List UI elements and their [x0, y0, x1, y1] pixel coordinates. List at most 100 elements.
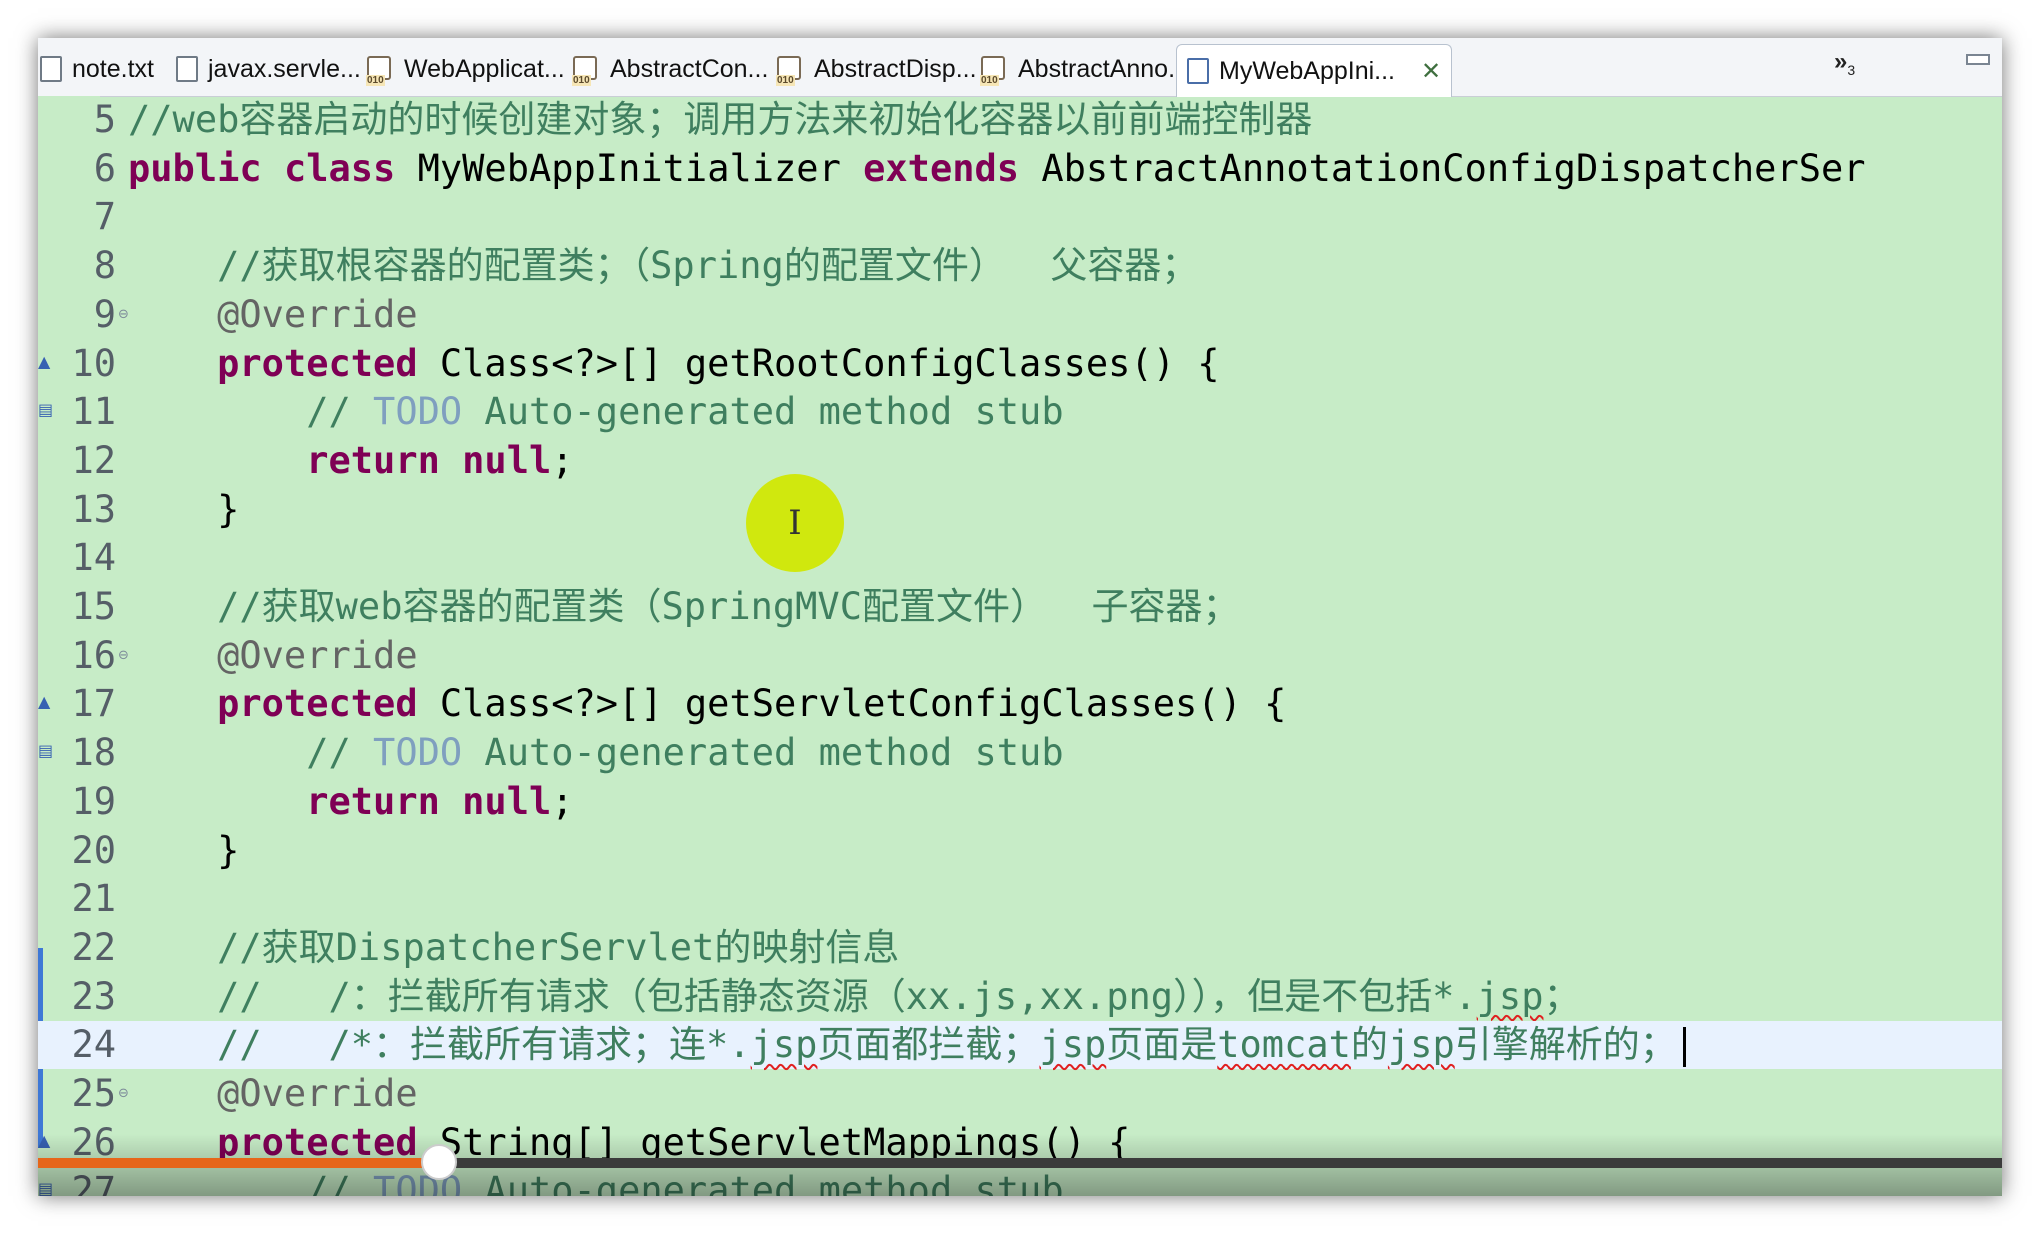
comment-token: tomcat [1217, 1023, 1351, 1067]
class-file-icon [774, 54, 804, 86]
tab-label: AbstractDisp... [814, 54, 977, 83]
comment-token: // /*：拦截所有请求；连*. [217, 1023, 751, 1067]
close-tab-icon[interactable]: ✕ [1421, 57, 1441, 86]
code-token: Class<?>[] getRootConfigClasses() { [417, 341, 1220, 385]
override-marker-icon[interactable]: ▲ [38, 692, 50, 711]
comment-token: 页面都拦截； [817, 1023, 1040, 1067]
mouse-cursor-highlight: I [746, 474, 844, 572]
line-number: 11 [71, 390, 116, 434]
line-number: 21 [71, 877, 116, 921]
code-text: public class MyWebAppInitializer extends… [128, 145, 1866, 193]
code-text: } [128, 486, 239, 534]
annotation-token: @Override [217, 1072, 418, 1115]
code-line[interactable]: 20 } [38, 827, 2002, 875]
tab-overflow-button[interactable]: »3 [1834, 48, 1855, 78]
tab-mywebappinitializer[interactable]: MyWebAppIni... ✕ [1176, 44, 1453, 97]
line-number: 10 [71, 341, 116, 385]
keyword-token: protected [217, 341, 418, 385]
task-marker-icon[interactable]: ▤ [38, 400, 53, 419]
code-line[interactable]: 15 //获取web容器的配置类（SpringMVC配置文件） 子容器； [38, 583, 2002, 631]
task-marker-icon[interactable]: ▤ [38, 741, 53, 760]
line-number: 27 [71, 1169, 116, 1196]
video-progress-handle[interactable] [421, 1144, 457, 1180]
code-line[interactable]: 8 //获取根容器的配置类；（Spring的配置文件） 父容器； [38, 242, 2002, 290]
class-file-icon [364, 54, 394, 86]
comment-token: // /：拦截所有请求（包括静态资源（xx.js,xx.png）），但是不包括*… [217, 974, 1477, 1018]
comment-token: jsp [1039, 1023, 1107, 1067]
code-line[interactable]: 18 ▤ // TODO Auto-generated method stub [38, 729, 2002, 777]
tab-label: MyWebAppIni... [1219, 56, 1396, 85]
code-line[interactable]: 12 return null; [38, 437, 2002, 485]
code-line[interactable]: 17 ▲ protected Class<?>[] getServletConfi… [38, 680, 2002, 728]
tab-abstractcon[interactable]: AbstractCon... [570, 46, 768, 92]
tab-label: javax.servle... [208, 54, 361, 83]
class-file-icon [978, 54, 1008, 86]
code-line[interactable]: 9 ⊖ @Override [38, 291, 2002, 339]
code-line[interactable]: 25 ⊖ @Override [38, 1070, 2002, 1118]
line-number: 14 [71, 536, 116, 580]
comment-token: 的 [1350, 1023, 1388, 1067]
line-number: 17 [71, 682, 116, 726]
code-line[interactable]: 24 // /*：拦截所有请求；连*.jsp页面都拦截；jsp页面是tomcat… [38, 1021, 2002, 1070]
code-text: //获取根容器的配置类；（Spring的配置文件） 父容器； [128, 242, 1198, 290]
line-number: 9 [93, 292, 116, 336]
code-text: // /：拦截所有请求（包括静态资源（xx.js,xx.png）），但是不包括*… [128, 973, 1580, 1021]
code-line[interactable]: 10 ▲ protected Class<?>[] getRootConfigCl… [38, 340, 2002, 388]
comment-token: Auto-generated method stub [462, 1169, 1064, 1196]
code-line[interactable]: 7 [38, 193, 2002, 241]
keyword-token: extends [863, 146, 1020, 190]
code-text: protected Class<?>[] getServletConfigCla… [128, 680, 1286, 728]
code-text: // /*：拦截所有请求；连*.jsp页面都拦截；jsp页面是tomcat的js… [128, 1021, 1686, 1069]
override-marker-icon[interactable]: ▲ [38, 1131, 50, 1150]
minimize-icon[interactable] [1966, 54, 1990, 65]
tab-abstractanno[interactable]: AbstractAnno... [978, 46, 1189, 92]
code-text: @Override [128, 1070, 418, 1118]
override-marker-icon[interactable]: ▲ [38, 352, 50, 371]
task-marker-icon[interactable]: ▤ [38, 1179, 53, 1196]
line-number: 7 [93, 195, 116, 239]
code-line[interactable]: 13 } [38, 486, 2002, 534]
todo-tag: TODO [373, 390, 463, 434]
code-token: ; [551, 438, 574, 482]
comment-token: //web容器启动的时候创建对象；调用方法来初始化容器以前前端控制器 [128, 98, 1313, 141]
comment-token: // [306, 731, 374, 775]
code-text: return null; [128, 778, 573, 826]
comment-token: 页面是 [1106, 1023, 1218, 1067]
code-line[interactable]: 27 ▤ // TODO Auto-generated method stub [38, 1167, 2002, 1196]
code-line[interactable]: 14 [38, 534, 2002, 582]
tab-abstractdisp[interactable]: AbstractDisp... [774, 46, 977, 92]
text-caret [1682, 1026, 1686, 1067]
tab-javax-servlet[interactable]: javax.servle... [176, 46, 361, 92]
code-line[interactable]: 6 public class MyWebAppInitializer extend… [38, 145, 2002, 193]
keyword-token: null [462, 438, 552, 482]
code-line[interactable]: 5 //web容器启动的时候创建对象；调用方法来初始化容器以前前端控制器 [38, 96, 2002, 144]
code-line[interactable]: 23 // /：拦截所有请求（包括静态资源（xx.js,xx.png）），但是不… [38, 973, 2002, 1021]
tab-note-txt[interactable]: note.txt [40, 46, 154, 92]
code-line[interactable]: 22 //获取DispatcherServlet的映射信息 [38, 924, 2002, 972]
code-token: Class<?>[] getServletConfigClasses() { [417, 682, 1287, 726]
code-line[interactable]: 11 ▤ // TODO Auto-generated method stub [38, 388, 2002, 436]
code-line[interactable]: 21 [38, 875, 2002, 923]
code-line[interactable]: 16 ⊖ @Override [38, 632, 2002, 680]
keyword-token: protected [217, 682, 418, 726]
code-token: } [128, 828, 240, 872]
line-number: 22 [71, 925, 116, 969]
line-number: 8 [93, 244, 116, 288]
code-line[interactable]: 19 return null; [38, 778, 2002, 826]
tab-webapplication[interactable]: WebApplicat... [364, 46, 565, 92]
video-progress-bar[interactable] [38, 1144, 2002, 1180]
comment-token: Auto-generated method stub [462, 390, 1064, 434]
java-file-icon [1187, 58, 1209, 84]
line-number: 5 [93, 98, 116, 141]
